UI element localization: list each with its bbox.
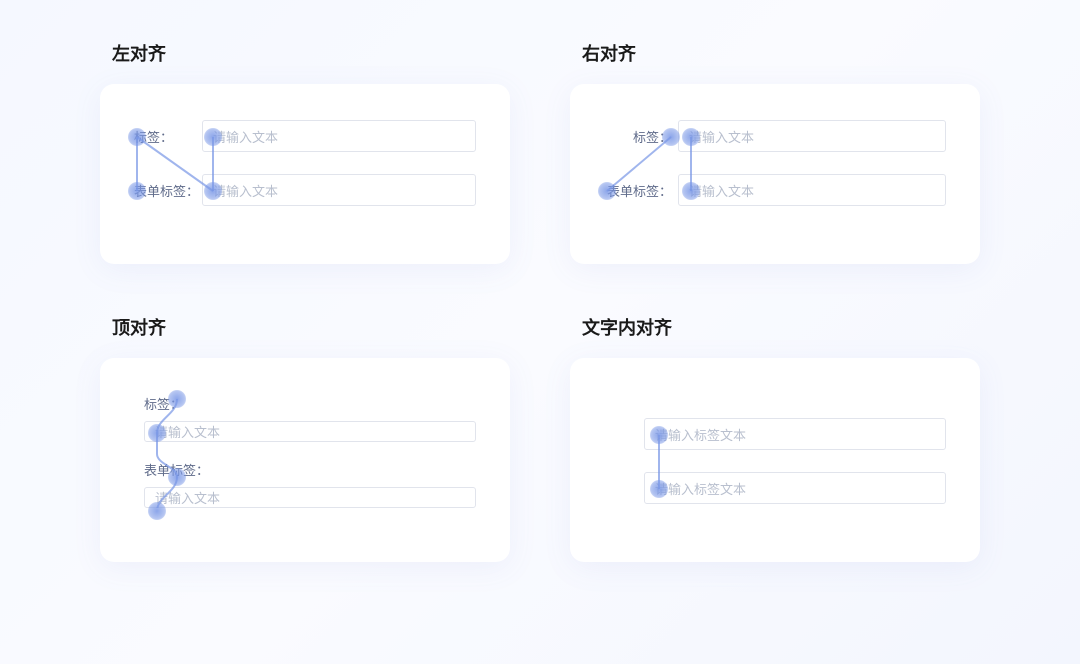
- text-input[interactable]: 请输入文本: [144, 421, 476, 442]
- text-input[interactable]: 请输入标签文本: [644, 472, 946, 504]
- block-left-align: 左对齐 标签： 请输入文本 表单标签： 请输入文本: [100, 40, 510, 264]
- text-input[interactable]: 请输入文本: [202, 120, 476, 152]
- block-title-inline: 文字内对齐: [582, 314, 980, 340]
- form-row: 标签： 请输入文本: [134, 120, 476, 152]
- form-label: 标签：: [134, 127, 202, 146]
- form-row: 标签： 请输入文本: [134, 394, 476, 442]
- block-right-align: 右对齐 标签： 请输入文本 表单标签： 请输入文本: [570, 40, 980, 264]
- form-label: 表单标签：: [134, 181, 202, 200]
- text-input[interactable]: 请输入文本: [144, 487, 476, 508]
- form-row: 请输入标签文本: [604, 472, 946, 504]
- form-row: 表单标签： 请输入文本: [134, 460, 476, 508]
- form-row: 请输入标签文本: [604, 418, 946, 450]
- card-inline-align: 请输入标签文本 请输入标签文本: [570, 358, 980, 562]
- block-top-align: 顶对齐 标签： 请输入文本 表单标签： 请输入文本: [100, 314, 510, 562]
- text-input[interactable]: 请输入文本: [678, 174, 946, 206]
- form-label: 表单标签：: [144, 460, 476, 479]
- card-left-align: 标签： 请输入文本 表单标签： 请输入文本: [100, 84, 510, 264]
- form-label: 标签：: [144, 394, 476, 413]
- text-input[interactable]: 请输入标签文本: [644, 418, 946, 450]
- form-row: 表单标签： 请输入文本: [604, 174, 946, 206]
- text-input[interactable]: 请输入文本: [202, 174, 476, 206]
- form-row: 标签： 请输入文本: [604, 120, 946, 152]
- form-label: 标签：: [604, 127, 672, 146]
- block-inline-align: 文字内对齐 请输入标签文本 请输入标签文本: [570, 314, 980, 562]
- form-row: 表单标签： 请输入文本: [134, 174, 476, 206]
- block-title-left: 左对齐: [112, 40, 510, 66]
- form-label: 表单标签：: [604, 181, 672, 200]
- block-title-right: 右对齐: [582, 40, 980, 66]
- card-right-align: 标签： 请输入文本 表单标签： 请输入文本: [570, 84, 980, 264]
- text-input[interactable]: 请输入文本: [678, 120, 946, 152]
- card-top-align: 标签： 请输入文本 表单标签： 请输入文本: [100, 358, 510, 562]
- block-title-top: 顶对齐: [112, 314, 510, 340]
